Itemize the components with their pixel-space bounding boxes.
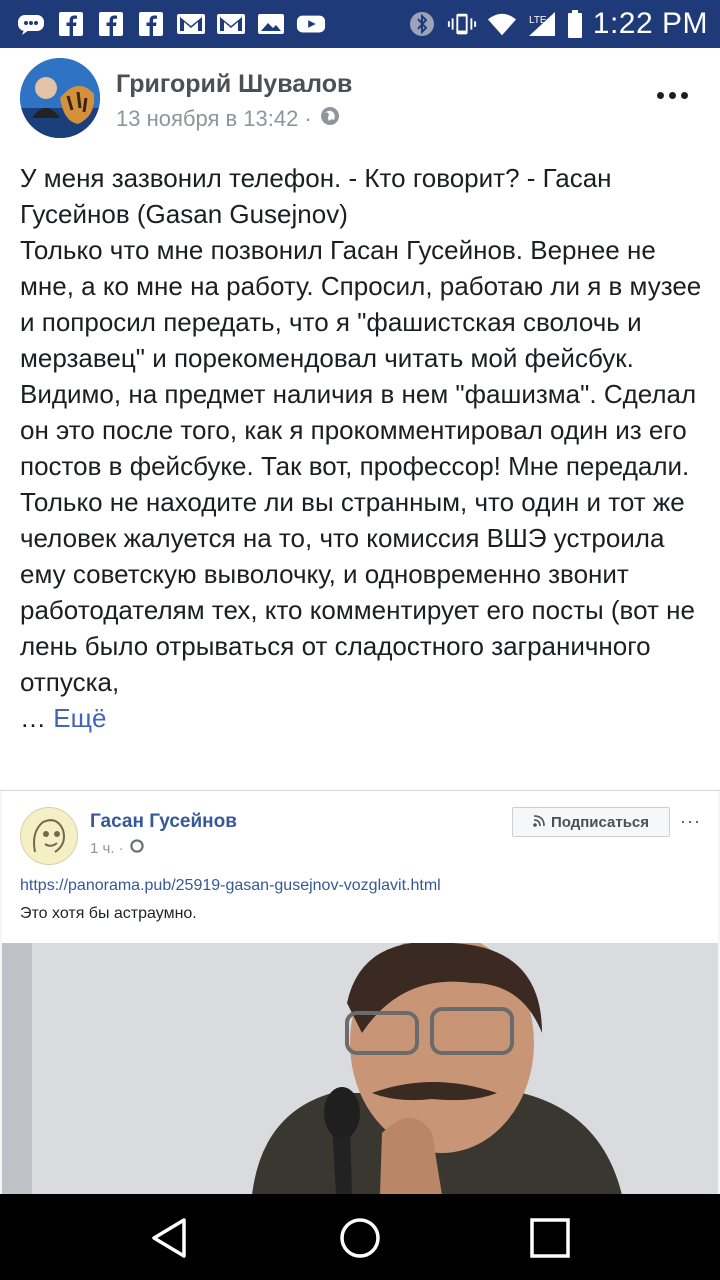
gmail-icon	[216, 11, 246, 37]
truncation-ellipsis: …	[20, 703, 46, 733]
home-icon[interactable]	[336, 1214, 384, 1262]
system-icons: LTE 1:22 PM	[407, 7, 708, 41]
subscribe-button: Подписаться	[512, 807, 670, 837]
subscribe-label: Подписаться	[550, 813, 650, 831]
embedded-link: https://panorama.pub/25919-gasan-gusejno…	[20, 877, 441, 894]
facebook-icon	[56, 11, 86, 37]
recents-icon[interactable]	[526, 1214, 574, 1262]
embedded-post-time: 1 ч. ·	[90, 839, 124, 857]
embedded-image[interactable]: Гасан Гусейнов 1 ч. · Подписаться ··· ht…	[0, 790, 720, 1195]
post-text: У меня зазвонил телефон. - Кто говорит? …	[20, 160, 704, 736]
vibrate-icon	[447, 11, 477, 37]
globe-icon	[130, 839, 144, 857]
post-meta: 13 ноября в 13:42 ·	[116, 106, 340, 132]
svg-text:LTE: LTE	[529, 15, 547, 26]
back-icon[interactable]	[146, 1214, 194, 1262]
globe-icon	[320, 106, 340, 132]
author-name[interactable]: Григорий Шувалов	[116, 70, 352, 99]
facebook-icon	[136, 11, 166, 37]
navigation-bar	[0, 1194, 720, 1280]
clock-time: 1:22 PM	[592, 7, 708, 40]
post-paragraph: Только не находите ли вы странным, что о…	[20, 484, 704, 736]
gallery-icon	[256, 11, 286, 37]
post-paragraph: У меня зазвонил телефон. - Кто говорит? …	[20, 163, 612, 229]
author-avatar[interactable]	[20, 58, 100, 138]
status-bar: LTE 1:22 PM	[0, 0, 720, 48]
gmail-icon	[176, 11, 206, 37]
see-more-link[interactable]: Ещё	[53, 703, 106, 733]
battery-icon	[567, 10, 583, 38]
post-header: Григорий Шувалов 13 ноября в 13:42 ·	[20, 58, 700, 138]
embedded-author-avatar	[20, 807, 78, 865]
facebook-icon	[96, 11, 126, 37]
post-date[interactable]: 13 ноября в 13:42 ·	[116, 106, 312, 132]
embedded-more-icon: ···	[680, 811, 701, 831]
signal-icon: LTE	[527, 11, 557, 37]
rss-icon	[533, 814, 545, 831]
bluetooth-icon	[407, 11, 437, 37]
embedded-author-name: Гасан Гусейнов	[90, 811, 237, 832]
wifi-icon	[487, 11, 517, 37]
youtube-icon	[296, 11, 326, 37]
embedded-photo	[2, 943, 718, 1195]
post-paragraph-text: Только не находите ли вы странным, что о…	[20, 487, 695, 697]
embedded-post-meta: 1 ч. ·	[90, 839, 144, 857]
embedded-text: Это хотя бы астраумно.	[20, 905, 197, 922]
messenger-icon	[16, 11, 46, 37]
more-dots-icon[interactable]	[652, 80, 692, 110]
notification-icons	[16, 11, 326, 37]
post-paragraph: Только что мне позвонил Гасан Гусейнов. …	[20, 235, 702, 481]
embedded-post: Гасан Гусейнов 1 ч. · Подписаться ··· ht…	[2, 791, 718, 1195]
